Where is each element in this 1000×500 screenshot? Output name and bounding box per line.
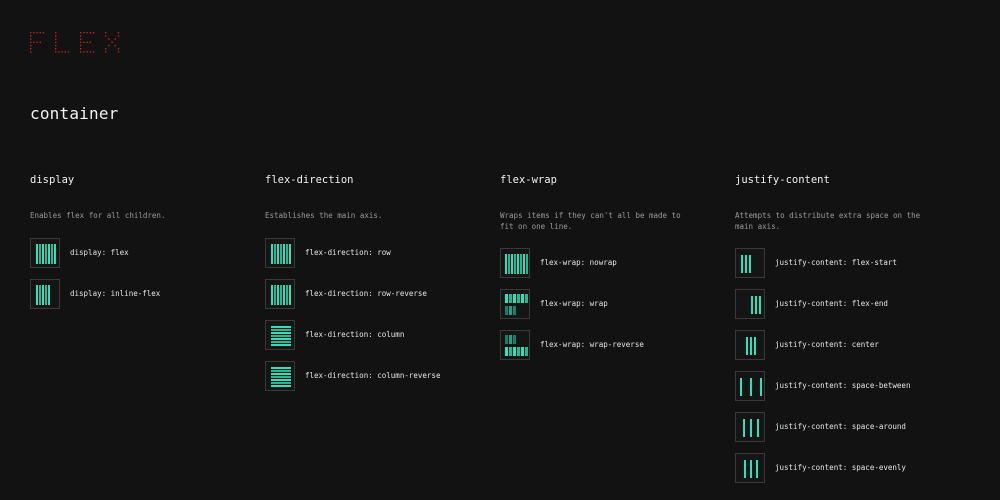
- column-description: Enables flex for all children.: [30, 211, 166, 220]
- justify-center-icon: [735, 330, 765, 360]
- column-description: Wraps items if they can't all be made to…: [500, 211, 681, 231]
- flex-wrap-wrap-reverse-icon: [500, 330, 530, 360]
- item-flex-wrap-nowrap[interactable]: flex-wrap: nowrap: [500, 248, 720, 278]
- item-label: justify-content: flex-end: [775, 299, 888, 308]
- item-label: flex-direction: row: [305, 248, 391, 257]
- item-label: justify-content: space-evenly: [775, 463, 906, 472]
- flex-wrap-nowrap-icon: [500, 248, 530, 278]
- column-flex-direction: flex-direction Establishes the main axis…: [265, 174, 485, 391]
- item-label: flex-wrap: wrap: [540, 299, 608, 308]
- item-flex-direction-row[interactable]: flex-direction: row: [265, 238, 485, 268]
- item-display-flex[interactable]: display: flex: [30, 238, 250, 268]
- item-justify-space-between[interactable]: justify-content: space-between: [735, 371, 955, 401]
- item-label: flex-wrap: wrap-reverse: [540, 340, 644, 349]
- justify-space-evenly-icon: [735, 453, 765, 483]
- justify-space-around-icon: [735, 412, 765, 442]
- flex-direction-row-reverse-icon: [265, 279, 295, 309]
- item-justify-flex-end[interactable]: justify-content: flex-end: [735, 289, 955, 319]
- justify-flex-end-icon: [735, 289, 765, 319]
- column-title: flex-wrap: [500, 174, 557, 186]
- item-label: justify-content: space-around: [775, 422, 906, 431]
- item-justify-flex-start[interactable]: justify-content: flex-start: [735, 248, 955, 278]
- justify-space-between-icon: [735, 371, 765, 401]
- display-flex-icon: [30, 238, 60, 268]
- item-flex-wrap-wrap-reverse[interactable]: flex-wrap: wrap-reverse: [500, 330, 720, 360]
- column-description: Establishes the main axis.: [265, 211, 383, 220]
- flex-direction-column-reverse-icon: [265, 361, 295, 391]
- item-label: justify-content: center: [775, 340, 879, 349]
- item-flex-direction-column[interactable]: flex-direction: column: [265, 320, 485, 350]
- column-justify-content: justify-content Attempts to distribute e…: [735, 174, 955, 483]
- item-flex-direction-column-reverse[interactable]: flex-direction: column-reverse: [265, 361, 485, 391]
- flex-direction-row-icon: [265, 238, 295, 268]
- column-title: flex-direction: [265, 174, 354, 186]
- item-label: flex-direction: column: [305, 330, 405, 339]
- display-inline-flex-icon: [30, 279, 60, 309]
- item-flex-wrap-wrap[interactable]: flex-wrap: wrap: [500, 289, 720, 319]
- column-title: display: [30, 174, 75, 186]
- item-justify-space-evenly[interactable]: justify-content: space-evenly: [735, 453, 955, 483]
- item-label: flex-wrap: nowrap: [540, 258, 617, 267]
- item-label: flex-direction: row-reverse: [305, 289, 427, 298]
- item-label: display: flex: [70, 248, 129, 257]
- flex-direction-column-icon: [265, 320, 295, 350]
- item-label: justify-content: space-between: [775, 381, 911, 390]
- item-justify-center[interactable]: justify-content: center: [735, 330, 955, 360]
- item-label: display: inline-flex: [70, 289, 161, 298]
- flex-wrap-wrap-icon: [500, 289, 530, 319]
- column-display: display Enables flex for all children. d…: [30, 174, 250, 309]
- justify-flex-start-icon: [735, 248, 765, 278]
- item-justify-space-around[interactable]: justify-content: space-around: [735, 412, 955, 442]
- section-title: container: [30, 104, 119, 123]
- column-flex-wrap: flex-wrap Wraps items if they can't all …: [500, 174, 720, 360]
- column-title: justify-content: [735, 174, 830, 186]
- column-description: Attempts to distribute extra space on th…: [735, 211, 921, 231]
- item-flex-direction-row-reverse[interactable]: flex-direction: row-reverse: [265, 279, 485, 309]
- item-label: justify-content: flex-start: [775, 258, 897, 267]
- item-label: flex-direction: column-reverse: [305, 371, 441, 380]
- item-display-inline-flex[interactable]: display: inline-flex: [30, 279, 250, 309]
- flex-logo[interactable]: [30, 32, 130, 54]
